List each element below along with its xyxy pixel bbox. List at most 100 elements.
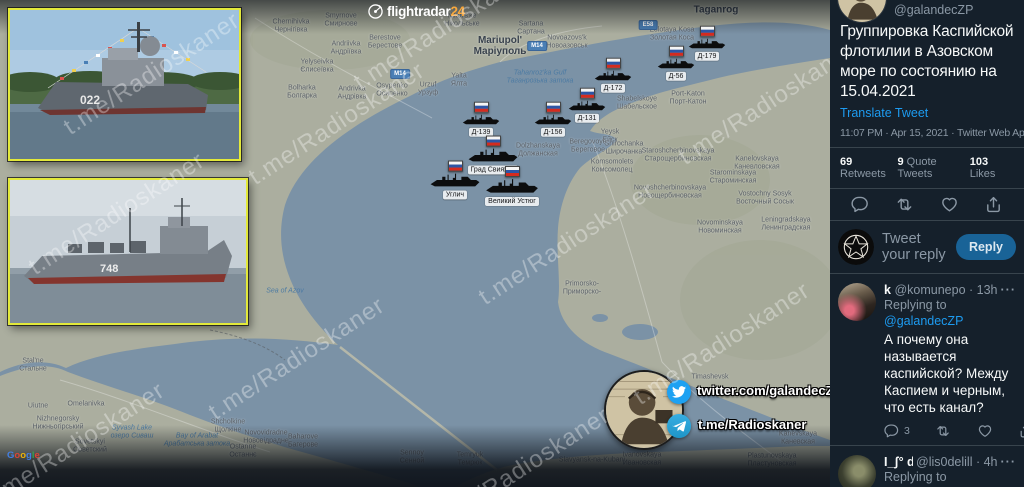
map-place-label: Starominskaya Староминская	[710, 170, 757, 185]
ship-silhouette-icon	[657, 58, 695, 69]
map-place-label: Beregovoye Береговое	[569, 139, 606, 154]
place-name-en: Uiutne	[27, 402, 49, 410]
stat-count: 69	[840, 156, 853, 168]
retweet-icon[interactable]	[895, 195, 914, 214]
flag-stripe	[486, 142, 500, 146]
map-place-label: Novoazovs'k Новоазовськ	[546, 35, 587, 50]
place-name-en: Stal'ne	[22, 357, 44, 365]
share-icon[interactable]	[1018, 423, 1024, 439]
ship-silhouette-icon	[594, 70, 632, 81]
stat-count: 103	[969, 156, 989, 168]
flag-stripe	[505, 172, 519, 176]
stat-likes[interactable]: 103 Likes	[970, 156, 1014, 180]
stat-quote-tweets[interactable]: 9 Quote Tweets	[897, 156, 969, 180]
place-name-en: Starominskaya	[709, 169, 757, 177]
map-place-label: Shabelskoye Шабельское	[617, 96, 657, 111]
reply-card: komuna@komunepo · 13h ··· Replying to @gal…	[830, 273, 1024, 445]
flag-stripe	[669, 52, 683, 56]
russia-flag-icon	[605, 57, 621, 69]
screenshot-root: Mariupol'МаріупольTaganrogNovoazovs'kНов…	[0, 0, 1024, 487]
place-name-ru: Маріуполь	[473, 46, 527, 57]
ship-label: Д-56	[665, 71, 687, 81]
place-name-en: Beregovoye	[569, 138, 607, 146]
stat-count: 9	[897, 156, 904, 168]
ship-marker: Д-139	[462, 101, 500, 137]
place-name-en: Nizhnegorsky	[36, 415, 80, 423]
place-name-en: Novominskaya	[697, 219, 743, 227]
map-place-label: Vostochny Sosyk Восточный Сосык	[736, 191, 794, 206]
place-name-en: Kanelovskaya	[735, 155, 779, 163]
reply-action[interactable]	[977, 423, 993, 439]
share-icon[interactable]	[984, 195, 1003, 214]
place-name-en: Yeysk	[600, 128, 620, 136]
reply-author-name[interactable]: komuna	[884, 283, 891, 297]
tweet-author-handle[interactable]: @galandecZP	[894, 3, 973, 17]
more-icon[interactable]: ···	[1001, 283, 1017, 297]
map-place-label: Shirochanka Широчанка	[605, 141, 644, 156]
road-badge: M14	[527, 41, 547, 51]
russia-flag-icon	[485, 135, 501, 147]
place-name-ru: Новоминская	[698, 227, 742, 234]
reply-author-handle[interactable]: @lis0delill · 4h	[916, 455, 997, 469]
reply-author-avatar[interactable]	[838, 455, 876, 487]
twitter-bird-icon	[667, 380, 691, 404]
azov-sea-map[interactable]: Mariupol'МаріупольTaganrogNovoazovs'kНов…	[0, 0, 830, 487]
reply-action[interactable]: 3	[884, 423, 910, 439]
like-icon[interactable]	[977, 423, 993, 439]
current-user-avatar[interactable]	[838, 229, 874, 265]
map-place-label: Port-Katon Порт-Катон	[670, 91, 707, 106]
reply-author-handle[interactable]: @komunepo · 13h	[894, 283, 997, 297]
place-name-ru: Ленинградская	[761, 224, 811, 231]
logo-text: flightradar24	[387, 4, 465, 19]
reply-action[interactable]	[935, 423, 951, 439]
retweet-icon[interactable]	[935, 423, 951, 439]
hull-number-022: 022	[80, 93, 100, 107]
flag-stripe	[546, 108, 560, 112]
reply-author-avatar[interactable]	[838, 283, 876, 321]
place-name-en: Shabelskoye	[616, 95, 658, 103]
stat-retweets[interactable]: 69 Retweets	[840, 156, 897, 180]
more-icon[interactable]: ···	[1001, 455, 1017, 469]
tweet-stats: 69 Retweets 9 Quote Tweets 103 Likes	[830, 148, 1024, 188]
ship-silhouette-icon	[462, 114, 500, 125]
translate-tweet-link[interactable]: Translate Tweet	[830, 102, 1024, 120]
place-name-en: Primorsko-	[565, 280, 599, 288]
telegram-icon	[667, 414, 691, 438]
place-name-en: Tahanroz'ka Gulf	[513, 69, 567, 77]
reply-author-name[interactable]: I_ʃ° deL	[884, 455, 913, 469]
place-name-ru: Урзуф	[417, 89, 439, 96]
reply-action[interactable]	[1018, 423, 1024, 439]
place-name-ru: Береговое	[570, 146, 605, 153]
place-name-ru: Андрівка	[337, 93, 367, 100]
map-place-label: Andriivka Андріївка	[331, 41, 362, 56]
corvette-photo: 022	[8, 8, 241, 161]
map-place-label: Berestove Берестове	[368, 35, 402, 50]
map-place-label: Osypenko Осипенко	[376, 83, 408, 98]
reply-input[interactable]: Tweet your reply	[882, 231, 948, 263]
reply-icon[interactable]	[851, 195, 870, 214]
place-name-en: Omelanivka	[67, 400, 105, 408]
place-name-ru: Новоазовськ	[546, 42, 588, 49]
ship-marker: Д-156	[534, 101, 572, 137]
place-name-ru: Стальне	[19, 365, 47, 372]
reply-card: I_ʃ° deL@lis0delill · 4h ···Replying to @…	[830, 445, 1024, 487]
place-name-ru: Новощербиновская	[638, 192, 702, 199]
tweet-author-avatar[interactable]	[837, 0, 887, 23]
map-place-label: Novoshcherbinovskaya Новощербиновская	[634, 185, 706, 200]
mention-link[interactable]: @galandecZP	[884, 314, 963, 328]
map-place-label: Kanelovskaya Каневловская	[734, 156, 779, 171]
replying-to-line: Replying to @galandecZP	[884, 298, 964, 328]
place-name-en: Komsomolets	[590, 158, 634, 166]
flag-stripe	[448, 167, 462, 171]
place-name-en: Andriivka	[331, 40, 361, 48]
place-name-ru: Таганрозька затока	[506, 77, 574, 84]
google-letter: e	[34, 450, 40, 461]
ship-marker: Д-56	[657, 45, 695, 81]
reply-button[interactable]: Reply	[955, 234, 1016, 260]
reply-body: I_ʃ° deL@lis0delill · 4h ···Replying to @…	[884, 455, 1016, 487]
ship-marker: Д-131	[568, 87, 606, 123]
map-place-label: Staroshcherbinovskaya Старощербиновская	[642, 148, 715, 163]
map-place-label: Novominskaya Новоминская	[697, 220, 743, 235]
reply-icon[interactable]	[884, 423, 900, 439]
like-icon[interactable]	[940, 195, 959, 214]
